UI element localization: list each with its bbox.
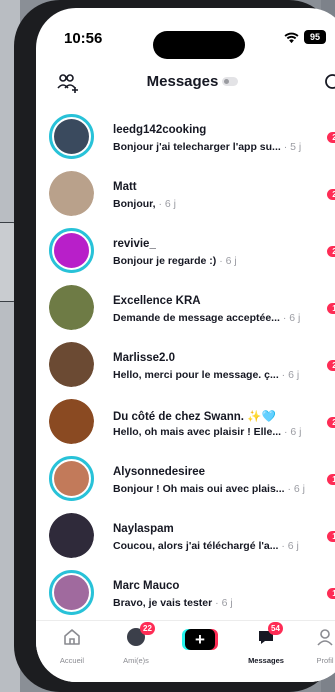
conversation-preview: Coucou, alors j'ai téléchargé l'a... · 6… bbox=[113, 540, 323, 552]
conversation-name: Marc Mauco bbox=[113, 580, 180, 592]
friends-badge: 22 bbox=[140, 622, 155, 635]
tab-home[interactable]: Accueil bbox=[47, 627, 97, 665]
unread-badge: 2 bbox=[327, 189, 335, 200]
avatar bbox=[49, 570, 94, 615]
conversation-row[interactable]: leedg142cooking Bonjour j'ai telecharger… bbox=[36, 108, 335, 165]
time-ago: · 6 j bbox=[287, 483, 305, 495]
conversation-preview: Bonjour je regarde :) · 6 j bbox=[113, 255, 323, 267]
time-ago: · 6 j bbox=[158, 198, 177, 210]
unread-badge: 1 bbox=[327, 531, 335, 542]
tab-friends-label: Ami(e)s bbox=[123, 656, 149, 665]
conversation-list: leedg142cooking Bonjour j'ai telecharger… bbox=[36, 108, 335, 621]
conversation-name: Excellence KRA bbox=[113, 295, 201, 307]
avatar bbox=[49, 114, 94, 159]
create-button[interactable]: + bbox=[185, 629, 215, 650]
preview-text: Hello, oh mais avec plaisir ! Elle... bbox=[113, 426, 282, 438]
unread-badge: 2 bbox=[327, 360, 335, 371]
conversation-row[interactable]: revivie_ Bonjour je regarde :) · 6 j 2 bbox=[36, 222, 335, 279]
battery-icon: 95 bbox=[304, 30, 326, 44]
avatar bbox=[49, 285, 94, 330]
unread-badge: 1 bbox=[327, 474, 335, 485]
messages-badge: 54 bbox=[268, 622, 283, 635]
header: Messages bbox=[36, 68, 335, 98]
conversation-name: Du côté de chez Swann. ✨🩵 bbox=[113, 411, 276, 423]
conversation-row[interactable]: Alysonnedesiree Bonjour ! Oh mais oui av… bbox=[36, 450, 335, 507]
time-ago: · 5 j bbox=[283, 141, 302, 153]
title-wrap: Messages bbox=[36, 73, 335, 91]
unread-badge: 1 bbox=[327, 588, 335, 599]
preview-text: Bonjour j'ai telecharger l'app su... bbox=[113, 141, 281, 153]
phone-frame: 10:56 95 Messages leedg142cooking Bonjou… bbox=[14, 0, 335, 692]
search-icon[interactable] bbox=[324, 73, 335, 93]
phone-screen: 10:56 95 Messages leedg142cooking Bonjou… bbox=[36, 8, 335, 682]
preview-text: Bonjour ! Oh mais oui avec plais... bbox=[113, 483, 285, 495]
conversation-row[interactable]: Matt Bonjour, · 6 j 2 bbox=[36, 165, 335, 222]
unread-badge: 2 bbox=[327, 132, 335, 143]
conversation-preview: Hello, merci pour le message. ç... · 6 j bbox=[113, 369, 323, 381]
status-time: 10:56 bbox=[64, 30, 103, 47]
conversation-preview: Demande de message acceptée... · 6 j bbox=[113, 312, 323, 324]
avatar bbox=[49, 342, 94, 387]
bottom-tab-bar: Accueil 22 Ami(e)s + 54 Messages Profil bbox=[36, 620, 335, 682]
unread-badge: 1 bbox=[327, 303, 335, 314]
time-ago: · 6 j bbox=[219, 255, 237, 267]
unread-badge: 2 bbox=[327, 417, 335, 428]
time-ago: · 6 j bbox=[281, 540, 299, 552]
time-ago: · 6 j bbox=[281, 369, 300, 381]
tab-profile[interactable]: Profil bbox=[300, 627, 335, 665]
conversation-row[interactable]: Marc Mauco Bravo, je vais tester · 6 j 1 bbox=[36, 564, 335, 621]
conversation-name: Naylaspam bbox=[113, 523, 174, 535]
conversation-preview: Bonjour ! Oh mais oui avec plais... · 6 … bbox=[113, 483, 323, 495]
online-status-toggle[interactable] bbox=[222, 77, 239, 87]
tab-messages[interactable]: 54 Messages bbox=[241, 622, 291, 665]
avatar bbox=[49, 456, 94, 501]
conversation-name: revivie_ bbox=[113, 238, 156, 250]
status-bar: 10:56 95 bbox=[36, 30, 335, 59]
conversation-name: Matt bbox=[113, 181, 137, 193]
conversation-preview: Bonjour, · 6 j bbox=[113, 198, 323, 210]
time-ago: · 6 j bbox=[215, 597, 233, 609]
preview-text: Bravo, je vais tester bbox=[113, 597, 213, 609]
dynamic-island bbox=[153, 31, 245, 59]
conversation-row[interactable]: Marlisse2.0 Hello, merci pour le message… bbox=[36, 336, 335, 393]
conversation-preview: Bravo, je vais tester · 6 j bbox=[113, 597, 323, 609]
tab-messages-label: Messages bbox=[248, 656, 284, 665]
unread-badge: 2 bbox=[327, 246, 335, 257]
page-title: Messages bbox=[146, 73, 219, 90]
avatar bbox=[49, 399, 94, 444]
tab-home-label: Accueil bbox=[59, 656, 85, 665]
time-ago: · 6 j bbox=[284, 426, 302, 438]
time-ago: · 6 j bbox=[282, 312, 301, 324]
preview-text: Bonjour, bbox=[113, 198, 156, 210]
avatar bbox=[49, 228, 94, 273]
conversation-preview: Bonjour j'ai telecharger l'app su... · 5… bbox=[113, 141, 323, 153]
preview-text: Coucou, alors j'ai téléchargé l'a... bbox=[113, 540, 279, 552]
preview-text: Bonjour je regarde :) bbox=[113, 255, 217, 267]
conversation-row[interactable]: Naylaspam Coucou, alors j'ai téléchargé … bbox=[36, 507, 335, 564]
preview-text: Hello, merci pour le message. ç... bbox=[113, 369, 279, 381]
conversation-name: Alysonnedesiree bbox=[113, 466, 206, 478]
conversation-name: leedg142cooking bbox=[113, 124, 207, 136]
tab-profile-label: Profil bbox=[316, 656, 334, 665]
avatar bbox=[49, 513, 94, 558]
tab-friends[interactable]: 22 Ami(e)s bbox=[111, 622, 161, 665]
wifi-icon bbox=[284, 32, 299, 44]
conversation-row[interactable]: Du côté de chez Swann. ✨🩵 Hello, oh mais… bbox=[36, 393, 335, 450]
conversation-row[interactable]: Excellence KRA Demande de message accept… bbox=[36, 279, 335, 336]
conversation-name: Marlisse2.0 bbox=[113, 352, 176, 364]
conversation-preview: Hello, oh mais avec plaisir ! Elle... · … bbox=[113, 426, 323, 438]
home-icon bbox=[64, 629, 80, 645]
preview-text: Demande de message acceptée... bbox=[113, 312, 280, 324]
profile-icon bbox=[317, 629, 333, 646]
avatar bbox=[49, 171, 94, 216]
